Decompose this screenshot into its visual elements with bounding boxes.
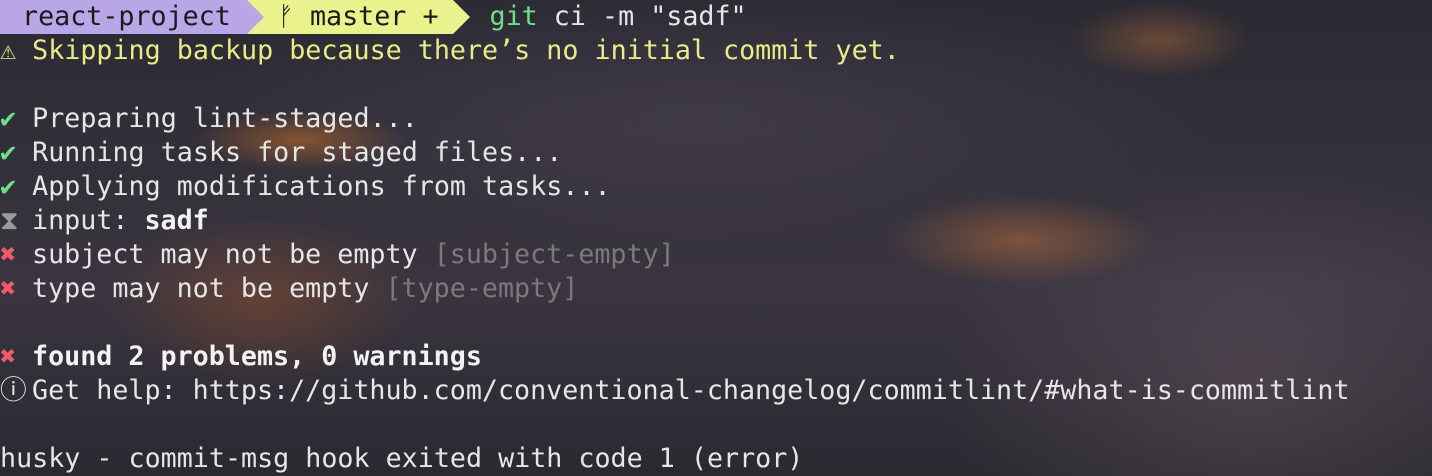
commitlint-error-line: ✖ subject may not be empty [subject-empty… bbox=[0, 238, 1432, 272]
info-icon: ⓘ bbox=[0, 375, 27, 406]
check-icon: ✔ bbox=[0, 103, 17, 134]
task-text: Applying modifications from tasks... bbox=[32, 171, 611, 202]
hourglass-icon: ⧗ bbox=[0, 205, 19, 236]
husky-line: husky - commit-msg hook exited with code… bbox=[0, 442, 1432, 476]
warning-icon: ⚠ bbox=[0, 35, 17, 66]
error-rule: [subject-empty] bbox=[433, 239, 675, 270]
input-label: input: bbox=[32, 205, 145, 236]
summary-text: found 2 problems, 0 warnings bbox=[32, 341, 482, 372]
prompt-branch: master bbox=[309, 1, 407, 32]
error-text: type may not be empty bbox=[32, 273, 386, 304]
prompt-end-arrow bbox=[452, 0, 470, 34]
check-icon: ✔ bbox=[0, 171, 17, 202]
git-branch-icon: ᚠ bbox=[277, 1, 294, 32]
commitlint-error-line: ✖ type may not be empty [type-empty] bbox=[0, 272, 1432, 306]
task-text: Preparing lint-staged... bbox=[32, 103, 418, 134]
prompt-directory: react-project bbox=[0, 0, 247, 34]
cross-icon: ✖ bbox=[0, 341, 17, 372]
warning-text: Skipping backup because there’s no initi… bbox=[32, 35, 900, 66]
commitlint-input-line: ⧗ input: sadf bbox=[0, 204, 1432, 238]
task-text: Running tasks for staged files... bbox=[32, 137, 563, 168]
prompt-dirty-marker: + bbox=[422, 1, 439, 32]
command-line: git ci -m "sadf" bbox=[470, 0, 747, 34]
commitlint-help-line: ⓘ Get help: https://github.com/convention… bbox=[0, 374, 1432, 408]
husky-text: husky - commit-msg hook exited with code… bbox=[0, 443, 804, 474]
task-line: ✔ Preparing lint-staged... bbox=[0, 102, 1432, 136]
task-line: ✔ Running tasks for staged files... bbox=[0, 136, 1432, 170]
check-icon: ✔ bbox=[0, 137, 17, 168]
shell-prompt: react-project ᚠ master + git ci -m "sadf… bbox=[0, 0, 1432, 34]
cross-icon: ✖ bbox=[0, 273, 17, 304]
command-git: git bbox=[489, 1, 538, 32]
commitlint-summary-line: ✖ found 2 problems, 0 warnings bbox=[0, 340, 1432, 374]
prompt-git-segment: ᚠ master + bbox=[263, 0, 453, 34]
task-line: ✔ Applying modifications from tasks... bbox=[0, 170, 1432, 204]
command-args: ci -m "sadf" bbox=[537, 1, 747, 32]
error-text: subject may not be empty bbox=[32, 239, 434, 270]
cross-icon: ✖ bbox=[0, 239, 17, 270]
input-value: sadf bbox=[144, 205, 209, 236]
error-rule: [type-empty] bbox=[385, 273, 579, 304]
warning-line: ⚠ Skipping backup because there’s no ini… bbox=[0, 34, 1432, 68]
help-text: Get help: https://github.com/conventiona… bbox=[32, 375, 1350, 406]
prompt-separator-arrow bbox=[246, 0, 264, 34]
terminal-output[interactable]: react-project ᚠ master + git ci -m "sadf… bbox=[0, 0, 1432, 476]
